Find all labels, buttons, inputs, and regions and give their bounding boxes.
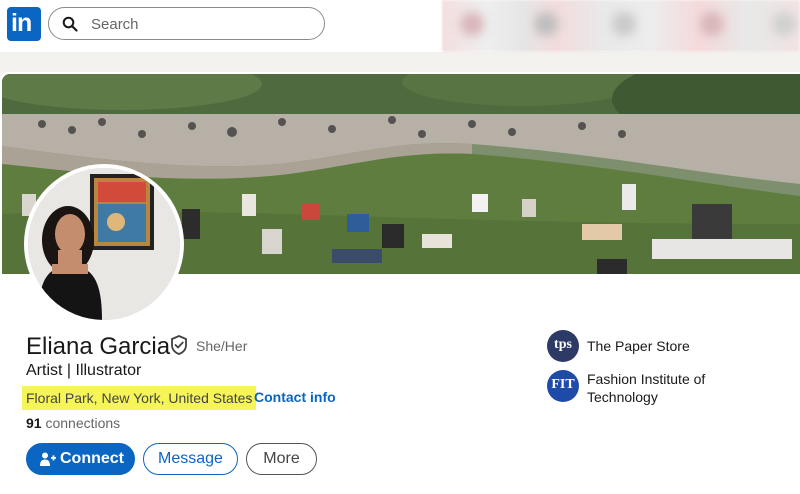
profile-photo[interactable] bbox=[24, 164, 184, 324]
pronouns: She/Her bbox=[196, 338, 248, 354]
the-paper-store-logo: tps bbox=[547, 330, 579, 362]
search-box[interactable] bbox=[48, 7, 325, 40]
top-nav-bar: in bbox=[0, 0, 800, 52]
linkedin-logo[interactable]: in bbox=[7, 7, 41, 41]
linkedin-logo-text: in bbox=[11, 9, 32, 37]
tps-logo-text: tps bbox=[554, 337, 572, 352]
connections-count[interactable]: 91 connections bbox=[26, 415, 120, 431]
connect-button-label: Connect bbox=[60, 450, 124, 467]
separator-dot: · bbox=[247, 389, 252, 405]
school-name-line2: Technology bbox=[587, 389, 658, 405]
company-name: The Paper Store bbox=[587, 338, 690, 354]
fit-logo-text: FIT bbox=[551, 377, 575, 392]
connect-button[interactable]: Connect bbox=[26, 443, 135, 475]
search-icon bbox=[62, 16, 78, 32]
school-name-line1: Fashion Institute of bbox=[587, 371, 706, 387]
location-text: Floral Park, New York, United States bbox=[22, 386, 257, 410]
profile-headline: Artist | Illustrator bbox=[26, 362, 142, 379]
contact-info-link[interactable]: Contact info bbox=[254, 389, 336, 405]
verified-shield-icon[interactable] bbox=[168, 334, 190, 356]
blurred-nav-icons bbox=[442, 0, 800, 52]
profile-name: Eliana Garcia bbox=[26, 333, 171, 360]
message-button[interactable]: Message bbox=[143, 443, 238, 475]
fit-logo: FIT bbox=[547, 370, 579, 402]
connections-number: 91 bbox=[26, 415, 42, 431]
add-person-icon bbox=[40, 452, 56, 466]
more-button[interactable]: More bbox=[246, 443, 317, 475]
connections-label: connections bbox=[45, 415, 121, 431]
profile-photo-image bbox=[28, 168, 180, 320]
search-input[interactable] bbox=[89, 13, 313, 35]
